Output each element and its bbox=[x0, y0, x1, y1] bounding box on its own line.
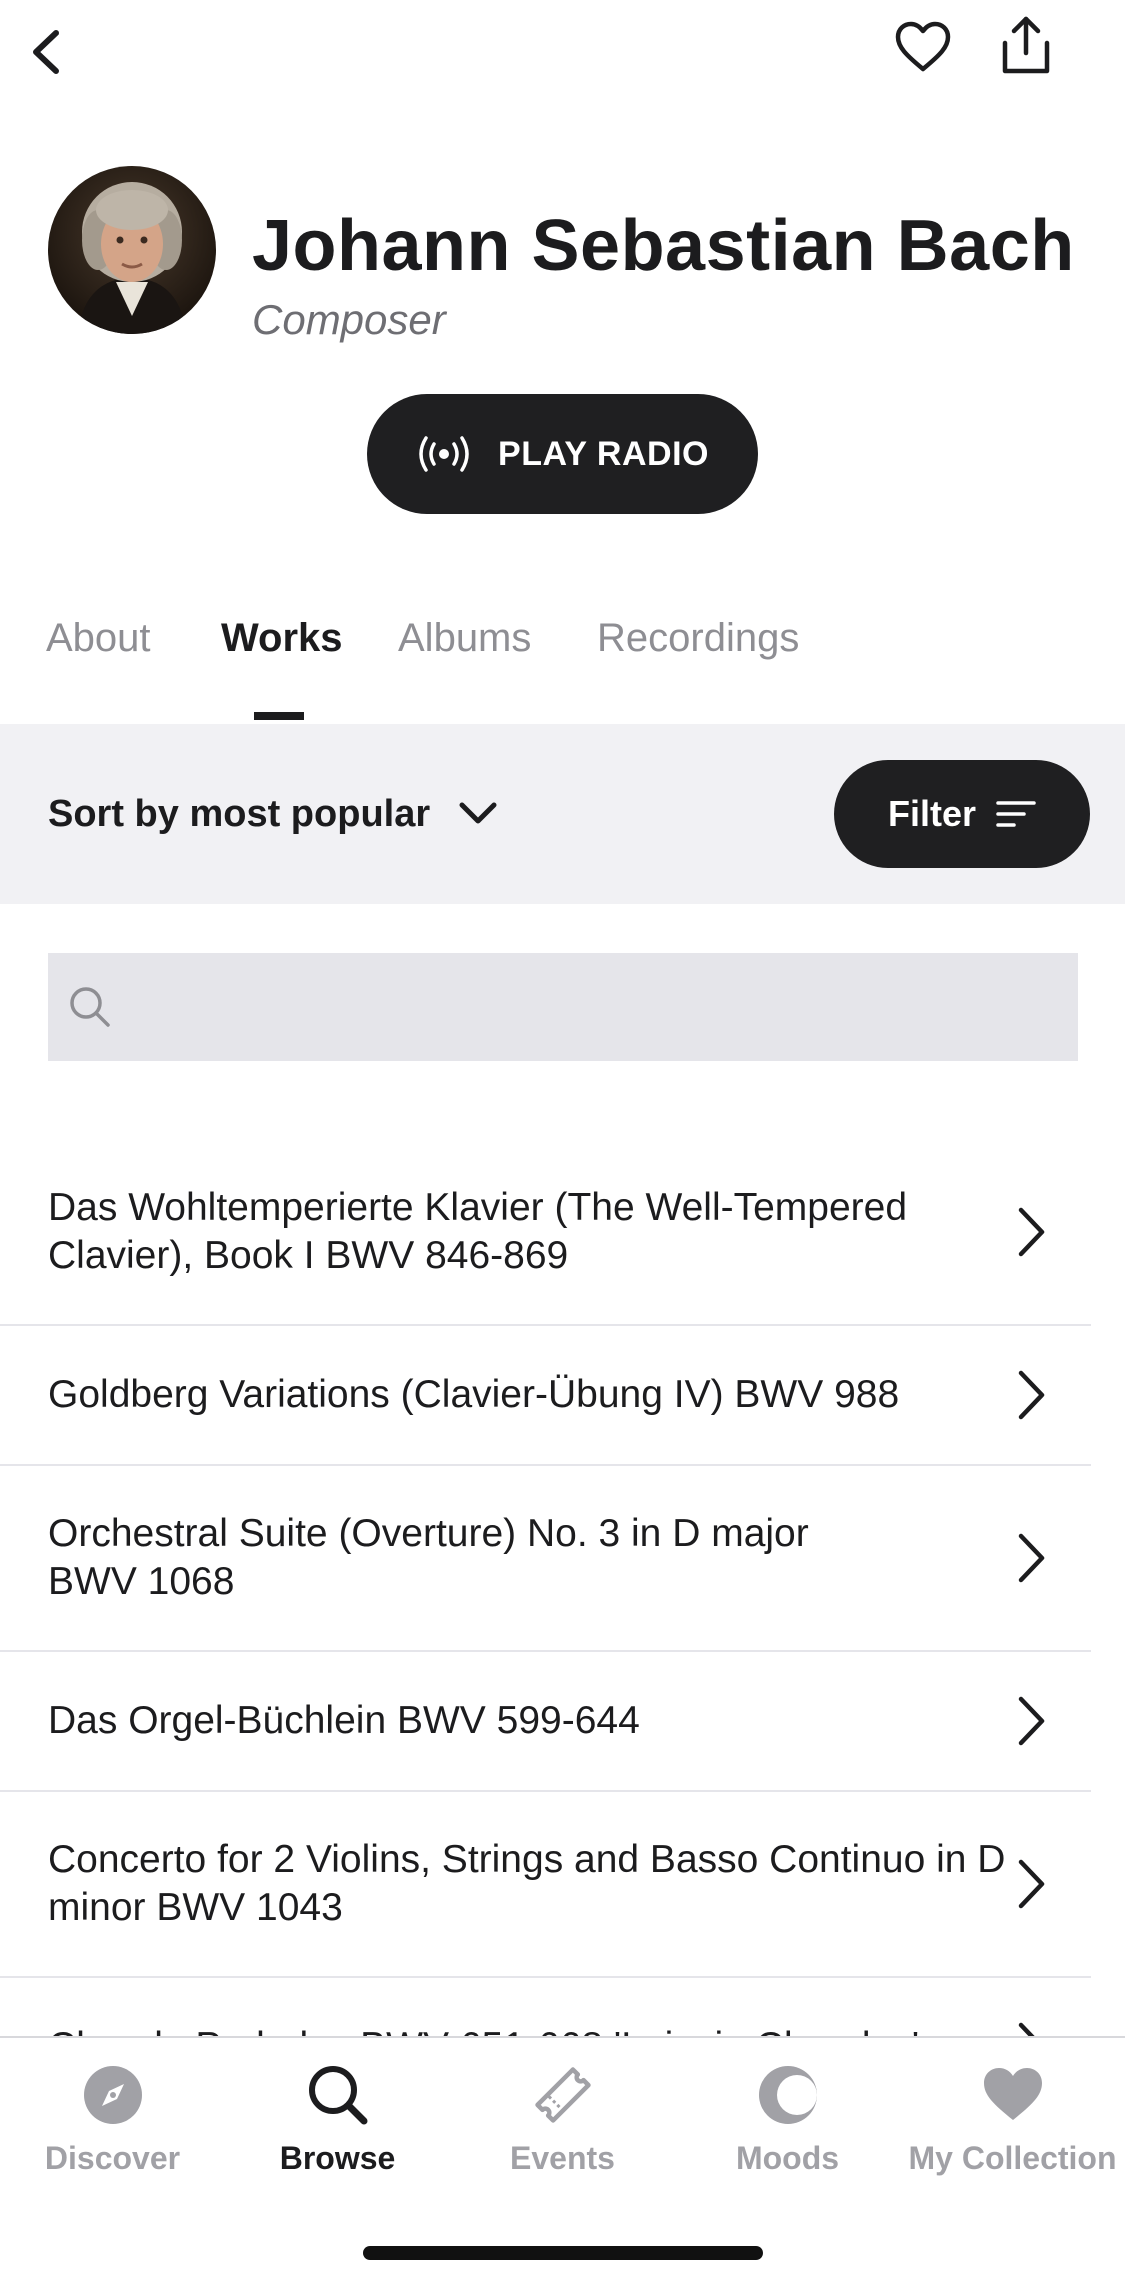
sort-filter-bar: Sort by most popular Filter bbox=[0, 724, 1125, 904]
works-search-input[interactable] bbox=[130, 986, 1030, 1028]
nav-label: Browse bbox=[279, 2140, 396, 2176]
back-button[interactable] bbox=[16, 22, 76, 82]
work-title: Das Wohltemperierte Klavier (The Well-Te… bbox=[48, 1186, 908, 1277]
work-title: Chorale Preludes BWV 651-668 'Leipzig Ch… bbox=[48, 2023, 1008, 2036]
nav-label: My Collection bbox=[908, 2140, 1117, 2176]
radio-broadcast-icon bbox=[419, 436, 469, 472]
work-title: Concerto for 2 Violins, Strings and Bass… bbox=[48, 1838, 1006, 1929]
share-icon bbox=[1002, 16, 1050, 74]
heart-outline-icon bbox=[895, 21, 951, 72]
active-tab-indicator bbox=[254, 712, 304, 720]
nav-my-collection[interactable]: My Collection bbox=[900, 2060, 1125, 2177]
ticket-icon bbox=[528, 2060, 598, 2130]
search-icon bbox=[303, 2060, 373, 2130]
compass-icon bbox=[78, 2060, 148, 2130]
bottom-tab-bar: Discover Browse Events Moods My Collecti… bbox=[0, 2036, 1125, 2284]
chevron-down-icon bbox=[459, 802, 497, 824]
nav-label: Events bbox=[510, 2140, 615, 2176]
work-list-item[interactable]: Concerto for 2 Violins, Strings and Bass… bbox=[0, 1792, 1091, 1978]
chevron-right-icon bbox=[1011, 2021, 1051, 2036]
sort-dropdown[interactable]: Sort by most popular bbox=[48, 782, 498, 846]
heart-icon bbox=[978, 2060, 1048, 2130]
sort-label: Sort by most popular bbox=[48, 792, 431, 835]
nav-browse[interactable]: Browse bbox=[225, 2060, 450, 2177]
work-list-item[interactable]: Chorale Preludes BWV 651-668 'Leipzig Ch… bbox=[0, 1978, 1091, 2036]
work-title: Orchestral Suite (Overture) No. 3 in D m… bbox=[48, 1512, 809, 1603]
work-list-item[interactable]: Das Wohltemperierte Klavier (The Well-Te… bbox=[0, 1140, 1091, 1326]
nav-moods[interactable]: Moods bbox=[675, 2060, 900, 2177]
works-list: Das Wohltemperierte Klavier (The Well-Te… bbox=[0, 1140, 1125, 2036]
favorite-button[interactable] bbox=[890, 16, 956, 78]
play-radio-label: PLAY RADIO bbox=[498, 434, 709, 473]
filter-label: Filter bbox=[887, 793, 976, 834]
work-list-item[interactable]: Das Orgel-Büchlein BWV 599-644 bbox=[0, 1652, 1091, 1792]
nav-events[interactable]: Events bbox=[450, 2060, 675, 2177]
work-title: Goldberg Variations (Clavier-Übung IV) B… bbox=[48, 1373, 900, 1416]
work-title: Das Orgel-Büchlein BWV 599-644 bbox=[48, 1699, 640, 1742]
tab-recordings[interactable]: Recordings bbox=[597, 616, 799, 661]
work-list-item[interactable]: Goldberg Variations (Clavier-Übung IV) B… bbox=[0, 1326, 1091, 1466]
tab-works[interactable]: Works bbox=[221, 616, 343, 661]
top-bar bbox=[0, 0, 1125, 110]
chevron-right-icon bbox=[1011, 1695, 1051, 1747]
chevron-right-icon bbox=[1011, 1206, 1051, 1258]
work-list-item[interactable]: Orchestral Suite (Overture) No. 3 in D m… bbox=[0, 1466, 1091, 1652]
composer-portrait-image bbox=[48, 166, 216, 334]
composer-role: Composer bbox=[252, 296, 446, 343]
search-icon bbox=[70, 987, 110, 1027]
composer-name: Johann Sebastian Bach bbox=[252, 206, 1075, 286]
chevron-right-icon bbox=[1011, 1532, 1051, 1584]
nav-label: Discover bbox=[44, 2140, 181, 2176]
composer-avatar bbox=[48, 166, 216, 334]
composer-header: Johann Sebastian Bach Composer bbox=[0, 160, 1125, 360]
works-search-field[interactable] bbox=[48, 953, 1078, 1061]
tab-about[interactable]: About bbox=[46, 616, 151, 661]
chevron-right-icon bbox=[1011, 1369, 1051, 1421]
play-radio-button[interactable]: PLAY RADIO bbox=[367, 394, 758, 514]
home-indicator bbox=[363, 2246, 763, 2260]
filter-lines-icon bbox=[996, 801, 1036, 827]
chevron-left-icon bbox=[33, 30, 59, 74]
filter-button[interactable]: Filter bbox=[834, 760, 1090, 868]
moon-icon bbox=[753, 2060, 823, 2130]
tab-albums[interactable]: Albums bbox=[398, 616, 531, 661]
share-button[interactable] bbox=[994, 12, 1058, 78]
composer-tabs: About Works Albums Recordings bbox=[0, 600, 1125, 724]
chevron-right-icon bbox=[1011, 1858, 1051, 1910]
nav-discover[interactable]: Discover bbox=[0, 2060, 225, 2177]
nav-label: Moods bbox=[735, 2140, 840, 2176]
